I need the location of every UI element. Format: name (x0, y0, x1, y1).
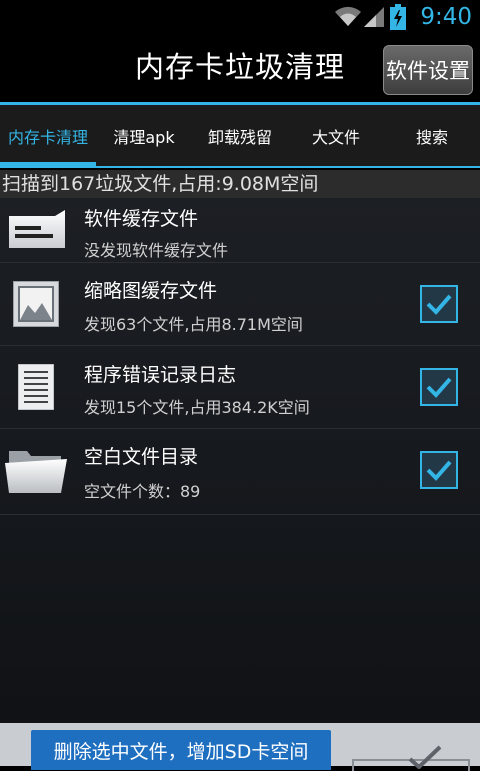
settings-button[interactable]: 软件设置 (383, 45, 473, 95)
check-icon (426, 377, 452, 398)
list-item-thumbnail-cache[interactable]: 缩略图缓存文件 发现63个文件,占用8.71M空间 (0, 263, 480, 346)
image-thumbnail-icon (13, 281, 59, 327)
list-item-empty-folders[interactable]: 空白文件目录 空文件个数：89 (0, 429, 480, 515)
wifi-icon (335, 6, 361, 26)
tab-large-files[interactable]: 大文件 (288, 105, 384, 166)
clock-time: 9:40 (420, 4, 472, 30)
check-icon (426, 294, 452, 315)
tab-bar: 内存卡清理 清理apk 卸载残留 大文件 搜索 (0, 105, 480, 166)
app-cache-icon (9, 210, 65, 248)
list-item-app-cache[interactable]: 软件缓存文件 没发现软件缓存文件 (0, 198, 480, 263)
bottom-action-bar: 删除选中文件，增加SD卡空间 (0, 723, 480, 771)
signal-icon (364, 7, 384, 27)
tab-search[interactable]: 搜索 (384, 105, 480, 166)
tab-sd-clean[interactable]: 内存卡清理 (0, 105, 96, 166)
tab-uninstall-residue[interactable]: 卸载残留 (192, 105, 288, 166)
item-subtitle: 没发现软件缓存文件 (84, 241, 229, 260)
scan-summary: 扫描到167垃圾文件,占用:9.08M空间 (0, 170, 480, 198)
item-title: 缩略图缓存文件 (84, 280, 218, 302)
item-checkbox[interactable] (420, 285, 458, 323)
item-checkbox[interactable] (420, 451, 458, 489)
folder-icon (5, 451, 67, 493)
junk-list: 软件缓存文件 没发现软件缓存文件 缩略图缓存文件 发现63个文件,占用8.71M… (0, 198, 480, 723)
select-all-check-icon (408, 745, 442, 769)
check-icon (426, 460, 452, 481)
battery-charging-icon (390, 4, 406, 30)
tab-clean-apk[interactable]: 清理apk (96, 105, 192, 166)
app-header: 内存卡垃圾清理 软件设置 (0, 34, 480, 102)
log-document-icon (18, 364, 54, 410)
item-subtitle: 发现63个文件,占用8.71M空间 (84, 315, 303, 334)
status-bar: 9:40 (0, 0, 480, 34)
item-title: 软件缓存文件 (84, 208, 199, 230)
item-title: 程序错误记录日志 (84, 364, 237, 386)
tabs-divider-bottom (0, 166, 480, 168)
item-subtitle: 发现15个文件,占用384.2K空间 (84, 398, 310, 417)
item-subtitle: 空文件个数：89 (84, 482, 201, 501)
item-checkbox[interactable] (420, 368, 458, 406)
item-title: 空白文件目录 (84, 446, 199, 468)
delete-selected-button[interactable]: 删除选中文件，增加SD卡空间 (31, 730, 331, 770)
list-item-error-logs[interactable]: 程序错误记录日志 发现15个文件,占用384.2K空间 (0, 346, 480, 429)
